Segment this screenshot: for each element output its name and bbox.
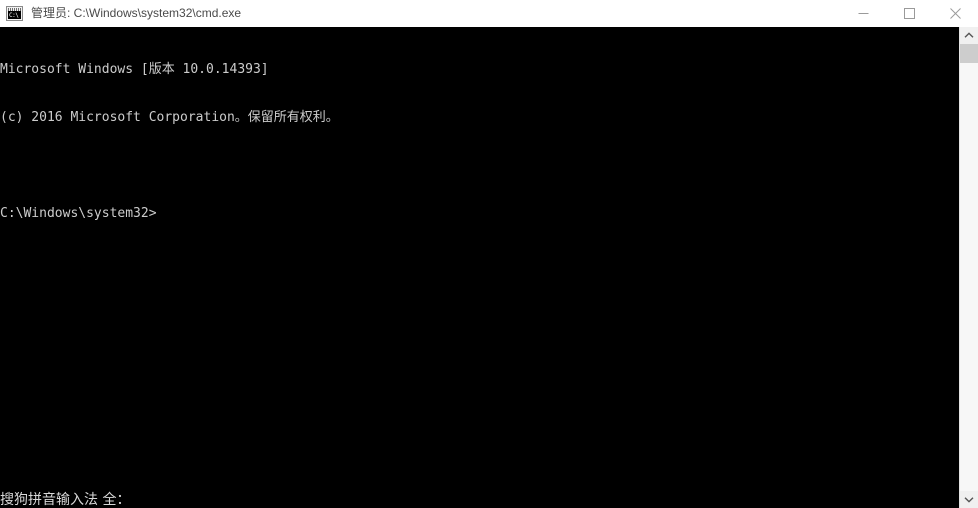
- icon-prompt-glyph: C:\: [9, 12, 19, 19]
- vertical-scrollbar[interactable]: [959, 27, 978, 508]
- scrollbar-track[interactable]: [960, 44, 978, 491]
- console-line: Microsoft Windows [版本 10.0.14393]: [0, 62, 269, 77]
- close-icon: [949, 8, 961, 19]
- maximize-icon: [903, 8, 915, 19]
- console-line: (c) 2016 Microsoft Corporation。保留所有权利。: [0, 110, 339, 125]
- titlebar-left-group: C:\ 管理员: C:\Windows\system32\cmd.exe: [0, 0, 840, 27]
- window-controls: [840, 0, 978, 27]
- chevron-up-icon: [964, 32, 974, 38]
- ime-status-bar[interactable]: 搜狗拼音输入法 全：: [0, 488, 959, 508]
- scroll-down-button[interactable]: [960, 491, 978, 508]
- chevron-down-icon: [964, 497, 974, 503]
- ime-status-text: 搜狗拼音输入法 全：: [0, 492, 131, 508]
- minimize-button[interactable]: [840, 0, 886, 27]
- console-text-buffer: Microsoft Windows [版本 10.0.14393] (c) 20…: [0, 30, 959, 254]
- maximize-button[interactable]: [886, 0, 932, 27]
- close-button[interactable]: [932, 0, 978, 27]
- window-title: 管理员: C:\Windows\system32\cmd.exe: [31, 6, 242, 20]
- minimize-icon: [858, 13, 868, 14]
- titlebar[interactable]: C:\ 管理员: C:\Windows\system32\cmd.exe: [0, 0, 978, 27]
- console-prompt-line: C:\Windows\system32>: [0, 206, 157, 221]
- cmd-window: C:\ 管理员: C:\Windows\system32\cmd.exe Mic…: [0, 0, 978, 508]
- console-output-area[interactable]: Microsoft Windows [版本 10.0.14393] (c) 20…: [0, 27, 959, 508]
- scroll-up-button[interactable]: [960, 27, 978, 44]
- cmd-console-icon: C:\: [6, 6, 23, 21]
- scrollbar-thumb[interactable]: [960, 44, 978, 63]
